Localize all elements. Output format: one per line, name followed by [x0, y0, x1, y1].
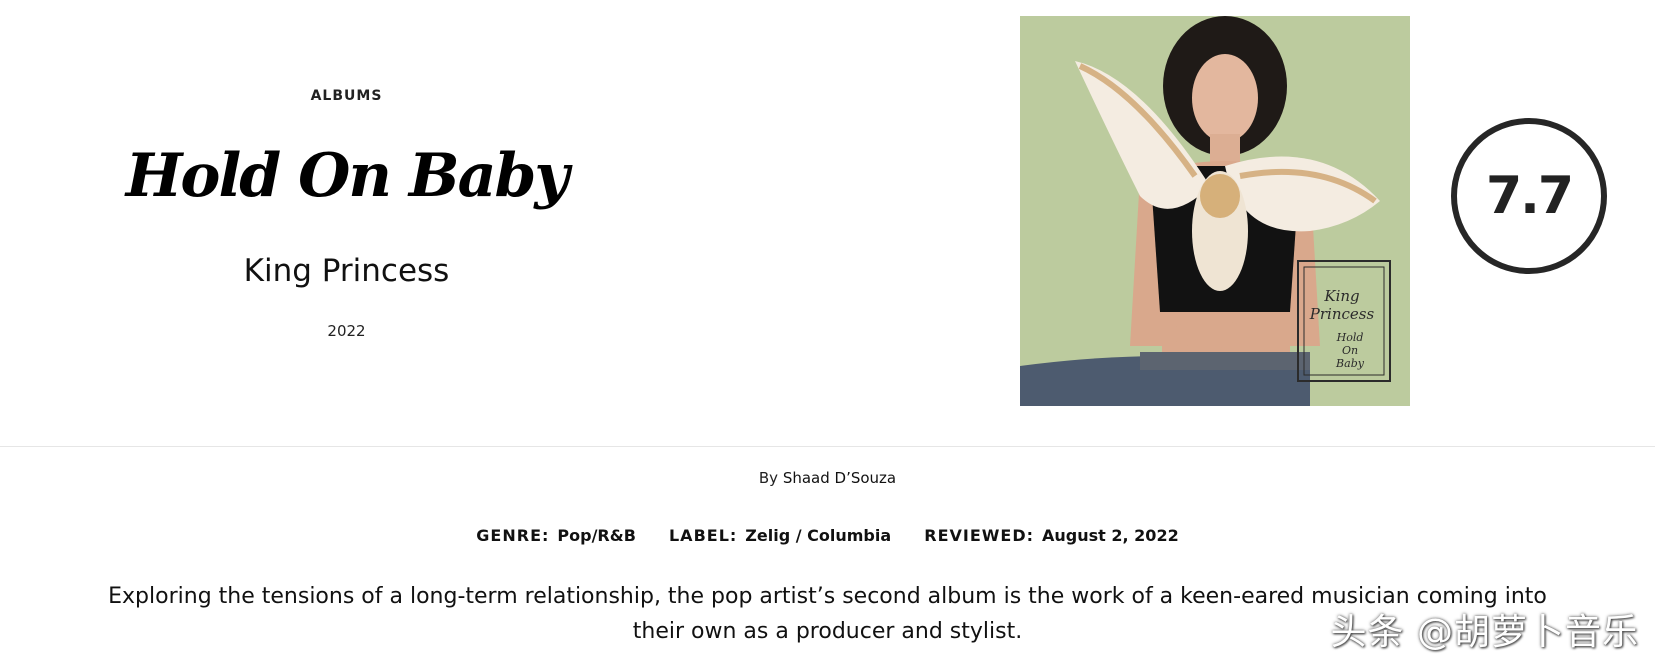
reviewed-label: REVIEWED:: [924, 526, 1035, 545]
review-hero: ALBUMS Hold On Baby King Princess 2022 K…: [0, 0, 1655, 446]
score-badge: 7.7: [1451, 118, 1607, 274]
genre-info: GENRE: Pop/R&B: [476, 526, 636, 545]
svg-text:On: On: [1342, 344, 1358, 357]
svg-text:Baby: Baby: [1335, 357, 1365, 370]
album-cover-image: King Princess Hold On Baby: [1020, 16, 1410, 406]
reviewed-info: REVIEWED: August 2, 2022: [924, 526, 1178, 545]
author-link[interactable]: Shaad D’Souza: [783, 469, 896, 487]
genre-label: GENRE:: [476, 526, 550, 545]
label-info: LABEL: Zelig / Columbia: [669, 526, 891, 545]
artist-link[interactable]: King Princess: [0, 253, 693, 289]
review-info-row: GENRE: Pop/R&B LABEL: Zelig / Columbia REV…: [0, 526, 1655, 545]
watermark: 头条 @胡萝卜音乐: [1330, 612, 1639, 653]
section-divider: [0, 446, 1655, 447]
category-link[interactable]: ALBUMS: [0, 88, 693, 104]
reviewed-date: August 2, 2022: [1042, 526, 1179, 545]
release-year: 2022: [327, 322, 366, 340]
byline-prefix: By: [758, 469, 779, 487]
genre-link[interactable]: Pop/R&B: [557, 526, 635, 545]
album-title: Hold On Baby: [125, 141, 570, 211]
svg-text:King: King: [1323, 287, 1359, 305]
label-value: Zelig / Columbia: [745, 526, 892, 545]
label-label: LABEL:: [668, 526, 738, 545]
byline: By Shaad D’Souza: [0, 469, 1655, 487]
review-header-text: ALBUMS Hold On Baby King Princess 2022: [0, 0, 693, 446]
svg-text:Princess: Princess: [1309, 305, 1375, 323]
svg-text:Hold: Hold: [1336, 331, 1364, 344]
